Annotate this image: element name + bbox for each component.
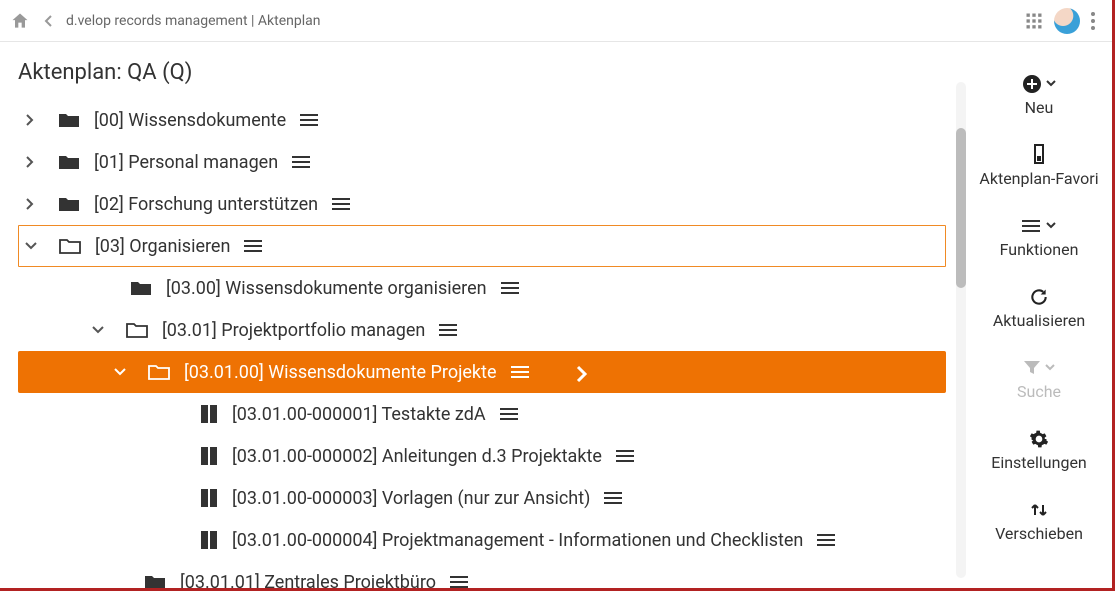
folder-outline-icon: [148, 364, 170, 380]
rail-favorites-button[interactable]: Aktenplan-Favori: [979, 143, 1098, 188]
menu-icon[interactable]: [501, 282, 521, 294]
expand-icon[interactable]: [24, 156, 44, 168]
rail-new-button[interactable]: Neu: [1022, 72, 1056, 117]
collapse-icon[interactable]: [92, 324, 112, 336]
record-icon: [200, 404, 218, 424]
chevron-down-icon: [1046, 80, 1056, 88]
tree-node-02[interactable]: [02] Forschung unterstützen: [18, 183, 946, 225]
chevron-down-icon: [1045, 364, 1055, 372]
tree-node-label: [03.01] Projektportfolio managen: [162, 320, 425, 341]
menu-icon[interactable]: [511, 366, 531, 378]
tree-node-01[interactable]: [01] Personal managen: [18, 141, 946, 183]
expand-icon[interactable]: [24, 198, 44, 210]
tree-node-label: [00] Wissensdokumente: [94, 110, 286, 131]
tree-node-label: [03.01.00] Wissensdokumente Projekte: [184, 362, 497, 383]
avatar[interactable]: [1054, 8, 1080, 34]
rail-label: Aktualisieren: [993, 311, 1085, 330]
rail-label: Neu: [1022, 98, 1056, 117]
bookmark-icon: [1033, 144, 1045, 166]
rail-refresh-button[interactable]: Aktualisieren: [993, 285, 1085, 330]
tree-file-label: [03.01.00-000004] Projektmanagement - In…: [232, 530, 803, 551]
rail-move-button[interactable]: Verschieben: [995, 498, 1083, 543]
rail-label: Einstellungen: [991, 453, 1087, 472]
folder-filled-icon: [58, 112, 80, 128]
menu-icon[interactable]: [616, 450, 636, 462]
collapse-icon[interactable]: [114, 366, 134, 378]
expand-icon[interactable]: [24, 114, 44, 126]
record-icon: [200, 488, 218, 508]
folder-filled-icon: [130, 280, 152, 296]
folder-filled-icon: [58, 196, 80, 212]
tree-node-label: [01] Personal managen: [94, 152, 278, 173]
more-icon[interactable]: [1084, 11, 1102, 31]
menu-icon[interactable]: [500, 408, 520, 420]
tree-file-2[interactable]: [03.01.00-000002] Anleitungen d.3 Projek…: [18, 435, 946, 477]
back-icon[interactable]: [44, 14, 54, 28]
gear-icon: [1029, 429, 1049, 449]
page-title: Aktenplan: QA (Q): [18, 60, 946, 85]
folder-filled-icon: [58, 154, 80, 170]
tree-node-label: [02] Forschung unterstützen: [94, 194, 318, 215]
menu-icon: [1022, 220, 1042, 232]
menu-icon[interactable]: [244, 240, 264, 252]
menu-icon[interactable]: [332, 198, 352, 210]
chevron-right-icon[interactable]: [575, 365, 589, 379]
rail-settings-button[interactable]: Einstellungen: [991, 427, 1087, 472]
main-area: Aktenplan: QA (Q) [00] Wissensdokumente: [0, 42, 956, 588]
menu-icon[interactable]: [604, 492, 624, 504]
tree-node-00[interactable]: [00] Wissensdokumente: [18, 99, 946, 141]
tree-node-03-01-00[interactable]: [03.01.00] Wissensdokumente Projekte: [18, 351, 946, 393]
apps-icon[interactable]: [1018, 11, 1050, 31]
rail-label: Suche: [1017, 382, 1061, 401]
tree-file-4[interactable]: [03.01.00-000004] Projektmanagement - In…: [18, 519, 946, 561]
scroll-thumb[interactable]: [956, 128, 966, 288]
home-icon[interactable]: [10, 11, 30, 31]
menu-icon[interactable]: [817, 534, 837, 546]
chevron-down-icon: [1046, 222, 1056, 230]
tree-file-1[interactable]: [03.01.00-000001] Testakte zdA: [18, 393, 946, 435]
action-rail: Neu Aktenplan-Favori Funktionen: [966, 42, 1112, 588]
record-icon: [200, 530, 218, 550]
tree-node-label: [03] Organisieren: [95, 236, 230, 257]
menu-icon[interactable]: [450, 576, 470, 588]
tree-node-label: [03.01.01] Zentrales Projektbüro: [180, 572, 436, 589]
record-icon: [200, 446, 218, 466]
tree-node-03[interactable]: [03] Organisieren: [18, 225, 946, 267]
folder-outline-icon: [126, 322, 148, 338]
menu-icon[interactable]: [439, 324, 459, 336]
tree: [00] Wissensdokumente [01] Personal mana…: [18, 99, 946, 588]
rail-functions-button[interactable]: Funktionen: [1000, 214, 1079, 259]
scrollbar[interactable]: ▴: [956, 42, 966, 588]
tree-node-03-01[interactable]: [03.01] Projektportfolio managen: [18, 309, 946, 351]
rail-search-button[interactable]: Suche: [1017, 356, 1061, 401]
rail-label: Aktenplan-Favori: [979, 169, 1098, 188]
menu-icon[interactable]: [292, 156, 312, 168]
rail-label: Verschieben: [995, 524, 1083, 543]
tree-node-03-00[interactable]: [03.00] Wissensdokumente organisieren: [18, 267, 946, 309]
filter-icon: [1023, 360, 1041, 376]
refresh-icon: [1029, 287, 1049, 307]
tree-node-label: [03.00] Wissensdokumente organisieren: [166, 278, 487, 299]
menu-icon[interactable]: [300, 114, 320, 126]
tree-file-label: [03.01.00-000001] Testakte zdA: [232, 404, 486, 425]
topbar: d.velop records management | Aktenplan: [0, 0, 1112, 42]
tree-file-label: [03.01.00-000002] Anleitungen d.3 Projek…: [232, 446, 602, 467]
tree-file-label: [03.01.00-000003] Vorlagen (nur zur Ansi…: [232, 488, 590, 509]
folder-outline-icon: [59, 238, 81, 254]
collapse-icon[interactable]: [25, 240, 45, 252]
rail-label: Funktionen: [1000, 240, 1079, 259]
breadcrumb[interactable]: d.velop records management | Aktenplan: [66, 13, 320, 29]
tree-file-3[interactable]: [03.01.00-000003] Vorlagen (nur zur Ansi…: [18, 477, 946, 519]
tree-node-03-01-01[interactable]: [03.01.01] Zentrales Projektbüro: [18, 561, 946, 588]
folder-filled-icon: [144, 574, 166, 588]
plus-circle-icon: [1022, 74, 1042, 94]
swap-icon: [1028, 501, 1050, 519]
